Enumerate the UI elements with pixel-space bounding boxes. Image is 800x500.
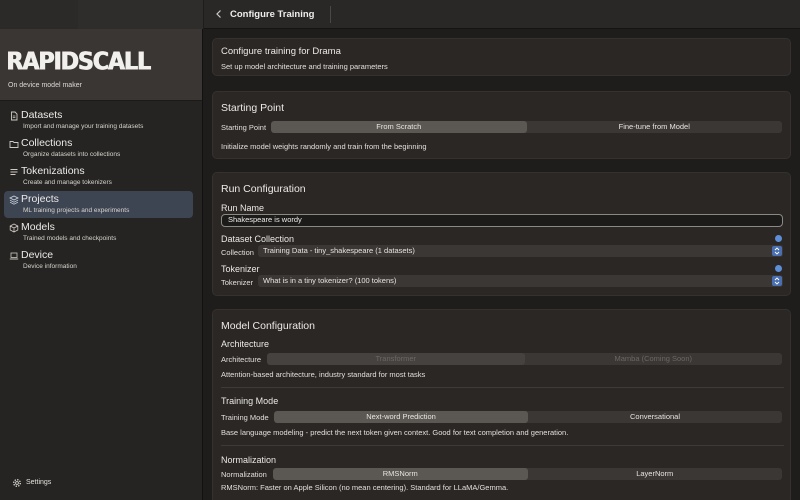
model-config-card: Model Configuration Architecture Archite… (212, 309, 791, 500)
starting-point-segmented: From Scratch Fine-tune from Model (271, 121, 782, 133)
option-mamba[interactable]: Mamba (Coming Soon) (525, 353, 783, 365)
sidebar-item-label: Datasets (21, 109, 63, 121)
normalization-label: Normalization (221, 470, 267, 479)
sidebar-item-datasets[interactable]: Datasets Import and manage your training… (4, 107, 193, 134)
check-icon (775, 235, 782, 242)
divider (221, 445, 784, 446)
starting-point-label: Starting Point (221, 123, 267, 132)
page-title: Configure Training (230, 9, 315, 20)
tokenizer-select[interactable]: What is in a tiny tokenizer? (100 tokens… (258, 275, 783, 287)
intro-title: Configure training for Drama (221, 46, 341, 57)
sidebar-item-desc: Device information (23, 263, 77, 270)
architecture-description: Attention-based architecture, industry s… (221, 370, 426, 379)
main-content: Configure Training Configure training fo… (204, 0, 800, 500)
divider (221, 387, 784, 388)
option-next-word[interactable]: Next-word Prediction (274, 411, 528, 423)
architecture-heading: Architecture (221, 339, 270, 349)
intro-subtitle: Set up model architecture and training p… (221, 62, 388, 71)
starting-point-description: Initialize model weights randomly and tr… (221, 142, 427, 151)
run-name-input[interactable]: Shakespeare is wordy (221, 214, 783, 227)
tokenizer-label: Tokenizer (221, 278, 254, 287)
sidebar-item-label: Tokenizations (21, 165, 85, 177)
collection-label: Collection (221, 248, 254, 257)
brand-area: RAPIDSCALL On device model maker (0, 29, 202, 101)
option-conversational[interactable]: Conversational (528, 411, 782, 423)
layers-icon (9, 195, 19, 205)
sidebar-item-desc: Create and manage tokenizers (23, 179, 112, 186)
option-layernorm[interactable]: LayerNorm (528, 468, 783, 480)
sidebar-item-desc: Import and manage your training datasets (23, 123, 144, 130)
section-title: Model Configuration (221, 320, 315, 332)
normalization-description: RMSNorm: Faster on Apple Silicon (no mea… (221, 483, 509, 492)
chevron-updown-icon (772, 246, 782, 256)
sidebar-item-desc: Organize datasets into collections (23, 151, 121, 158)
main-toolbar: Configure Training (204, 0, 800, 29)
section-title: Run Configuration (221, 183, 306, 195)
sidebar-item-desc: Trained models and checkpoints (23, 235, 117, 242)
app-logo: RAPIDSCALL (6, 47, 151, 77)
training-mode-segmented: Next-word Prediction Conversational (274, 411, 782, 423)
tokenizer-heading: Tokenizer (221, 264, 260, 274)
option-from-scratch[interactable]: From Scratch (271, 121, 527, 133)
training-mode-label: Training Mode (221, 413, 269, 422)
cube-icon (9, 223, 19, 233)
sidebar-nav: Datasets Import and manage your training… (0, 101, 202, 274)
sidebar-item-projects[interactable]: Projects ML training projects and experi… (4, 191, 193, 218)
toolbar-divider (330, 6, 331, 23)
intro-card: Configure training for Drama Set up mode… (212, 38, 791, 76)
chevron-updown-icon (772, 276, 782, 286)
document-icon (11, 111, 18, 121)
chevron-left-icon[interactable] (213, 8, 225, 20)
training-mode-description: Base language modeling - predict the nex… (221, 428, 569, 437)
sidebar-item-label: Device (21, 249, 54, 261)
laptop-icon (9, 252, 19, 260)
sidebar-item-tokenizations[interactable]: Tokenizations Create and manage tokenize… (4, 163, 193, 190)
dataset-collection-heading: Dataset Collection (221, 234, 295, 244)
option-rmsnorm[interactable]: RMSNorm (273, 468, 528, 480)
collection-value: Training Data - tiny_shakespeare (1 data… (263, 246, 415, 255)
gear-icon (13, 479, 21, 487)
collection-select[interactable]: Training Data - tiny_shakespeare (1 data… (258, 245, 783, 257)
training-mode-heading: Training Mode (221, 396, 279, 406)
run-name-label: Run Name (221, 203, 265, 213)
starting-point-card: Starting Point Starting Point From Scrat… (212, 91, 791, 159)
architecture-segmented: Transformer Mamba (Coming Soon) (267, 353, 782, 365)
sidebar-titlebar (0, 0, 203, 29)
check-icon (775, 265, 782, 272)
sidebar-item-label: Collections (21, 137, 73, 149)
app-tagline: On device model maker (8, 82, 82, 89)
folder-icon (9, 141, 19, 148)
titlebar-segment (78, 0, 203, 29)
normalization-heading: Normalization (221, 455, 277, 465)
sidebar-item-label: Models (21, 221, 55, 233)
sidebar-item-collections[interactable]: Collections Organize datasets into colle… (4, 135, 193, 162)
section-title: Starting Point (221, 102, 285, 114)
tokenizer-value: What is in a tiny tokenizer? (100 tokens… (263, 276, 397, 285)
architecture-label: Architecture (221, 355, 262, 364)
normalization-segmented: RMSNorm LayerNorm (273, 468, 782, 480)
list-icon (10, 169, 18, 175)
option-transformer[interactable]: Transformer (267, 353, 525, 365)
sidebar-item-desc: ML training projects and experiments (23, 207, 130, 214)
sidebar-item-device[interactable]: Device Device information (4, 247, 193, 274)
run-config-card: Run Configuration Run Name Shakespeare i… (212, 172, 791, 296)
sidebar-item-models[interactable]: Models Trained models and checkpoints (4, 219, 193, 246)
option-fine-tune[interactable]: Fine-tune from Model (527, 121, 783, 133)
sidebar: RAPIDSCALL On device model maker Dataset… (0, 0, 203, 500)
settings-label: Settings (26, 479, 52, 486)
sidebar-item-label: Projects (21, 193, 59, 205)
